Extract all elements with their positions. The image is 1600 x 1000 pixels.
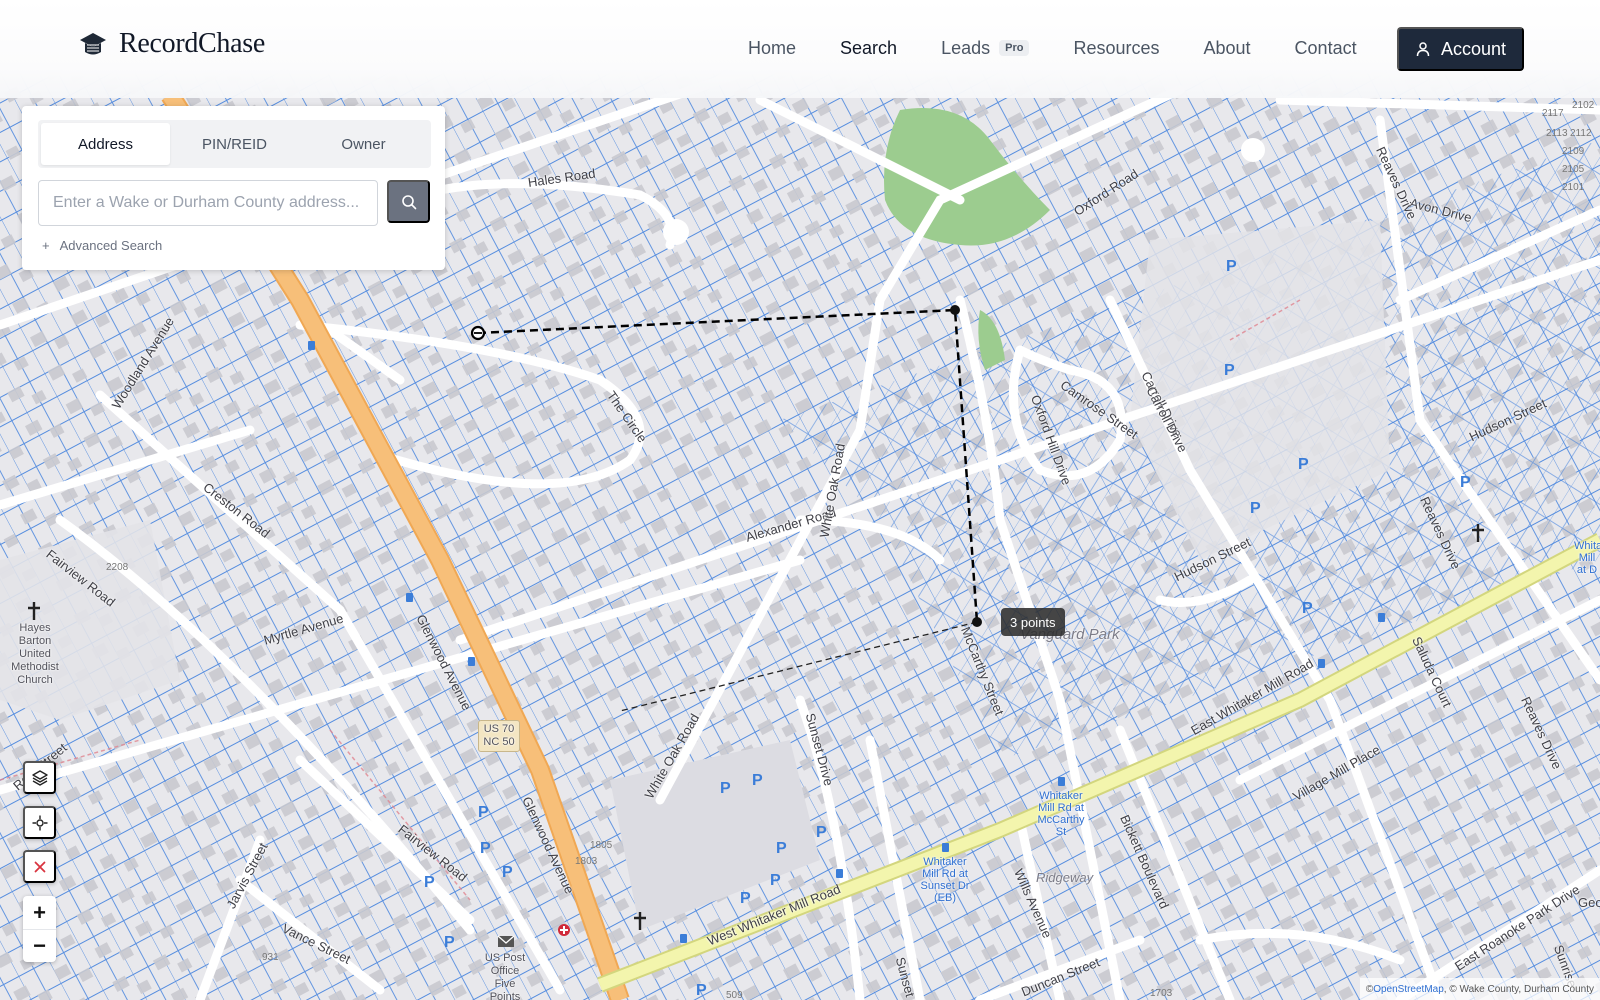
- parking-icon: P: [1460, 474, 1471, 491]
- user-icon: [1416, 42, 1430, 57]
- address-search-input[interactable]: [38, 180, 378, 226]
- search-button[interactable]: [387, 180, 430, 223]
- attribution-suffix: , © Wake County, Durham County: [1443, 983, 1594, 995]
- house-number: 2101: [1562, 182, 1585, 193]
- parking-icon: P: [480, 840, 491, 857]
- house-number: 1803: [575, 856, 598, 867]
- house-number: 2208: [106, 562, 129, 573]
- nav-leads-label: Leads: [941, 37, 991, 58]
- zoom-controls: + −: [23, 896, 56, 962]
- poi-label: US 70 NC 50: [478, 720, 520, 752]
- nav-home[interactable]: Home: [748, 38, 796, 59]
- tab-address[interactable]: Address: [41, 123, 170, 165]
- parking-icon: P: [478, 804, 489, 821]
- account-label: Account: [1440, 38, 1507, 59]
- measurement-tooltip: 3 points: [1001, 608, 1065, 636]
- parking-icon: P: [770, 872, 781, 889]
- area-label: Ridgeway: [1036, 870, 1094, 885]
- house-number: 1805: [590, 840, 613, 851]
- poi-label: US Post Office Five Points: [484, 952, 526, 1000]
- clear-measurement-button[interactable]: [23, 850, 56, 883]
- advanced-search-toggle[interactable]: + Advanced Search: [42, 238, 162, 253]
- advanced-search-label: Advanced Search: [59, 238, 163, 253]
- search-panel: Address PIN/REID Owner + Advanced Search: [22, 106, 445, 270]
- house-number: 509: [726, 990, 743, 1000]
- parking-icon: P: [1302, 600, 1313, 617]
- parking-icon: P: [816, 824, 827, 841]
- locate-button[interactable]: [23, 806, 56, 839]
- layers-icon: [31, 769, 48, 786]
- zoom-out-button[interactable]: −: [23, 929, 56, 962]
- bus-stop-label: Whita Mill at D: [1574, 540, 1600, 576]
- house-number: 2112: [1570, 128, 1592, 139]
- osm-link[interactable]: OpenStreetMap: [1373, 984, 1444, 995]
- crosshair-icon: [32, 815, 47, 830]
- bus-stop-label: Whitaker Mill Rd at McCarthy St: [1037, 790, 1085, 838]
- parking-icon: P: [1224, 362, 1235, 379]
- account-button[interactable]: Account: [1397, 27, 1524, 71]
- house-number: 2102: [1572, 100, 1595, 111]
- map-attribution: © OpenStreetMap , © Wake County, Durham …: [1359, 978, 1600, 1000]
- brand-name: RecordChase: [119, 28, 265, 59]
- parking-icon: P: [1298, 456, 1309, 473]
- nav-search[interactable]: Search: [840, 38, 897, 59]
- zoom-in-button[interactable]: +: [23, 896, 56, 929]
- brand-logo[interactable]: RecordChase: [77, 28, 265, 60]
- close-icon: [34, 861, 45, 872]
- house-number: 2109: [1562, 146, 1585, 157]
- street-label: Geo: [1578, 895, 1600, 910]
- main-nav: Home Search Leads Pro Resources About Co…: [748, 0, 1401, 96]
- tab-pin-reid[interactable]: PIN/REID: [170, 123, 299, 165]
- parking-icon: P: [776, 840, 787, 857]
- nav-about[interactable]: About: [1204, 38, 1251, 59]
- pro-badge: Pro: [999, 40, 1030, 56]
- attribution-prefix: ©: [1365, 983, 1374, 995]
- bus-stop-label: Whitaker Mill Rd at Sunset Dr (EB): [920, 856, 970, 904]
- top-navbar: RecordChase Home Search Leads Pro Resour…: [0, 0, 1600, 98]
- house-number: 2105: [1562, 164, 1585, 175]
- house-number: 931: [262, 952, 279, 963]
- parking-icon: P: [740, 890, 751, 907]
- search-icon: [401, 194, 416, 209]
- parking-icon: P: [424, 874, 435, 891]
- nav-resources[interactable]: Resources: [1073, 38, 1159, 59]
- house-number: 2117: [1542, 108, 1564, 119]
- parking-icon: P: [720, 780, 731, 797]
- house-number: 1703: [1150, 988, 1173, 999]
- poi-label: Hayes Barton United Methodist Church: [11, 622, 59, 686]
- parking-icon: P: [1226, 258, 1237, 275]
- nav-contact[interactable]: Contact: [1295, 38, 1357, 59]
- plus-icon: +: [42, 238, 50, 253]
- parking-icon: P: [696, 982, 707, 999]
- parking-icon: P: [1250, 500, 1261, 517]
- parking-icon: P: [752, 772, 763, 789]
- brand-icon: [80, 33, 106, 55]
- layers-button[interactable]: [23, 761, 56, 794]
- house-number: 2113: [1546, 128, 1568, 139]
- nav-leads[interactable]: Leads Pro: [941, 37, 1030, 59]
- tab-owner[interactable]: Owner: [299, 123, 428, 165]
- search-tabs: Address PIN/REID Owner: [38, 120, 431, 168]
- parking-icon: P: [444, 934, 455, 951]
- parking-icon: P: [502, 864, 513, 881]
